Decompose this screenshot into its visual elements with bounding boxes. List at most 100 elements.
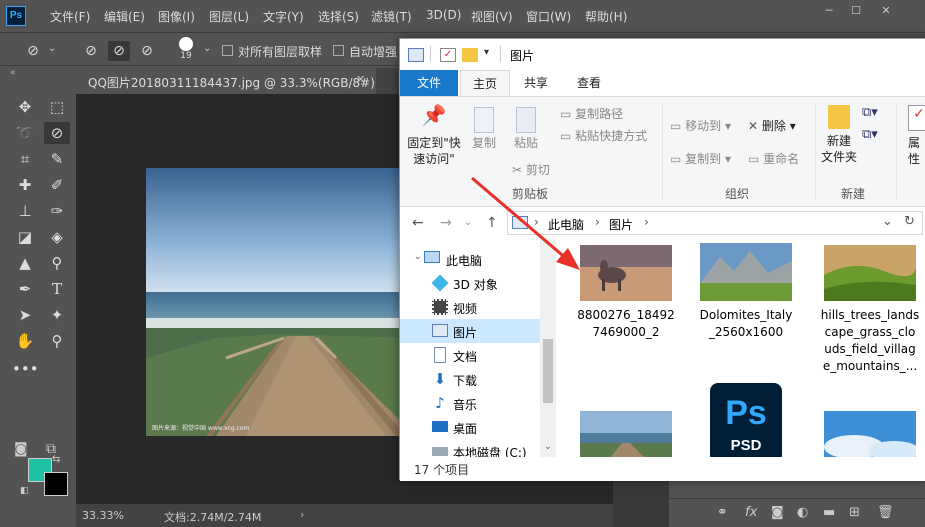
move-to-button[interactable]: ▭ 移动到 ▾ [670, 117, 731, 134]
healing-brush-tool-icon[interactable]: ✚ [12, 174, 38, 196]
path-selection-tool-icon[interactable]: ➤ [12, 304, 38, 326]
address-dropdown-icon[interactable]: ⌄ [882, 214, 893, 229]
menu-window[interactable]: 窗口(W) [526, 8, 571, 25]
crop-tool-icon[interactable]: ⌗ [12, 148, 38, 170]
zoom-level[interactable]: 33.33% [82, 509, 124, 522]
paint-bucket-tool-icon[interactable]: ◈ [44, 226, 70, 248]
sample-all-layers-checkbox[interactable] [222, 45, 233, 56]
history-brush-tool-icon[interactable]: ✑ [44, 200, 70, 222]
document-tab[interactable]: QQ图片20180311184437.jpg @ 33.3%(RGB/8#) ✕ [76, 68, 376, 94]
more-tools-icon[interactable]: ••• [12, 358, 39, 380]
close-tab-icon[interactable]: ✕ [356, 73, 365, 86]
menu-file[interactable]: 文件(F) [50, 8, 90, 25]
menu-view[interactable]: 视图(V) [471, 8, 513, 25]
menu-edit[interactable]: 编辑(E) [104, 8, 145, 25]
menu-select[interactable]: 选择(S) [318, 8, 359, 25]
lasso-tool-icon[interactable]: ➰ [12, 122, 38, 144]
nav-item-music[interactable]: ♪ 音乐 [400, 391, 540, 415]
copy-path-button[interactable]: ▭ 复制路径 [560, 105, 623, 122]
menu-layer[interactable]: 图层(L) [209, 8, 249, 25]
eraser-tool-icon[interactable]: ◪ [12, 226, 38, 248]
nav-item-desktop[interactable]: 桌面 [400, 415, 540, 439]
clone-stamp-tool-icon[interactable]: ⊥ [12, 200, 38, 222]
brush-size-picker[interactable]: 19 [177, 37, 195, 63]
menu-type[interactable]: 文字(Y) [263, 8, 304, 25]
chevron-down-icon[interactable]: ⌄ [203, 43, 211, 54]
copy-button[interactable]: 复制 [466, 107, 502, 151]
menu-image[interactable]: 图像(I) [158, 8, 195, 25]
scroll-down-icon[interactable]: ⌄ [544, 442, 552, 452]
pen-tool-icon[interactable]: ✒ [12, 278, 38, 300]
quick-selection-tool-preset-icon[interactable]: ⊘ [22, 41, 44, 61]
file-item[interactable]: hills_trees_lands cape_grass_clo uds_fie… [812, 245, 925, 375]
status-menu-icon[interactable]: › [300, 508, 304, 521]
properties-quick-icon[interactable]: ✓ [440, 48, 456, 62]
menu-3d[interactable]: 3D(D) [426, 8, 461, 22]
fx-icon[interactable]: fx [745, 505, 757, 520]
type-tool-icon[interactable]: T [44, 278, 70, 300]
collapse-panel-icon[interactable]: « [10, 68, 16, 78]
move-tool-icon[interactable]: ✥ [12, 96, 38, 118]
adjustment-layer-icon[interactable]: ◐ [797, 505, 808, 520]
delete-button[interactable]: ✕ 删除 ▾ [748, 117, 796, 134]
document-image[interactable]: 图片来源：视觉中国 www.vcg.com [146, 168, 416, 436]
breadcrumb-pictures[interactable]: 图片 [609, 216, 633, 233]
file-item[interactable]: Dolomites_Italy _2560x1600 [688, 243, 804, 341]
new-layer-icon[interactable]: ⊞ [849, 505, 860, 520]
nav-item-downloads[interactable]: ⬇ 下载 [400, 367, 540, 391]
nav-item-documents[interactable]: 文档 [400, 343, 540, 367]
tab-home[interactable]: 主页 [460, 70, 510, 96]
hand-tool-icon[interactable]: ✋ [12, 330, 38, 352]
copy-to-button[interactable]: ▭ 复制到 ▾ [670, 150, 731, 167]
dodge-tool-icon[interactable]: ⚲ [44, 252, 70, 274]
minimize-icon[interactable]: ─ [818, 3, 840, 19]
new-group-icon[interactable]: ▬ [823, 505, 835, 520]
nav-item-videos[interactable]: 视频 [400, 295, 540, 319]
default-colors-icon[interactable]: ◧ [20, 486, 29, 496]
blur-tool-icon[interactable]: ▲ [12, 252, 38, 274]
nav-item-pictures[interactable]: 图片 [400, 319, 540, 343]
add-mask-icon[interactable]: ◙ [771, 505, 784, 520]
tab-file[interactable]: 文件 [400, 70, 458, 96]
eyedropper-tool-icon[interactable]: ✎ [44, 148, 70, 170]
menu-help[interactable]: 帮助(H) [585, 8, 627, 25]
pin-quick-access-button[interactable]: 📌 固定到"快 速访问" [406, 105, 462, 167]
refresh-icon[interactable]: ↻ [904, 214, 915, 229]
customize-quick-access-icon[interactable]: ▾ [484, 47, 489, 58]
subtract-selection-icon[interactable]: ⊘ [136, 41, 158, 61]
back-icon[interactable]: ← [412, 215, 424, 231]
file-item[interactable] [812, 411, 925, 457]
quick-selection-tool-icon[interactable]: ⊘ [44, 122, 70, 144]
chevron-down-icon[interactable]: ⌄ [48, 43, 56, 54]
quick-mask-icon[interactable]: ◙ [14, 441, 28, 457]
paste-shortcut-button[interactable]: ▭ 粘贴快捷方式 [560, 127, 647, 144]
link-layers-icon[interactable]: ⚭ [717, 505, 728, 520]
delete-layer-icon[interactable]: 🗑 [877, 505, 894, 520]
file-item[interactable] [568, 411, 684, 457]
rename-button[interactable]: ▭ 重命名 [748, 150, 799, 167]
zoom-tool-icon[interactable]: ⚲ [44, 330, 70, 352]
expanded-chevron-icon[interactable]: ⌄ [414, 252, 422, 262]
paste-button[interactable]: 粘贴 [508, 107, 544, 151]
maximize-icon[interactable]: ☐ [845, 3, 867, 19]
brush-tool-icon[interactable]: ✐ [44, 174, 70, 196]
new-selection-icon[interactable]: ⊘ [80, 41, 102, 61]
auto-enhance-checkbox[interactable] [333, 45, 344, 56]
properties-button[interactable]: ✓ 属性 [904, 105, 925, 167]
new-item-icon[interactable]: ⧉▾ [862, 105, 878, 120]
tab-share[interactable]: 共享 [510, 70, 562, 96]
tab-view[interactable]: 查看 [562, 70, 616, 96]
easy-access-icon[interactable]: ⧉▾ [862, 127, 878, 142]
new-folder-button[interactable]: 新建 文件夹 [820, 105, 858, 165]
custom-shape-tool-icon[interactable]: ✦ [44, 304, 70, 326]
menu-filter[interactable]: 滤镜(T) [371, 8, 412, 25]
screen-mode-icon[interactable]: ⧉ [46, 441, 56, 457]
background-color-swatch[interactable] [44, 472, 68, 496]
scroll-thumb[interactable] [543, 339, 553, 403]
file-item[interactable]: Ps PSD [688, 383, 804, 457]
forward-icon[interactable]: → [440, 215, 452, 231]
new-folder-quick-icon[interactable] [462, 48, 478, 62]
marquee-tool-icon[interactable]: ⬚ [44, 96, 70, 118]
close-icon[interactable]: ✕ [875, 3, 897, 19]
add-to-selection-icon[interactable]: ⊘ [108, 41, 130, 61]
